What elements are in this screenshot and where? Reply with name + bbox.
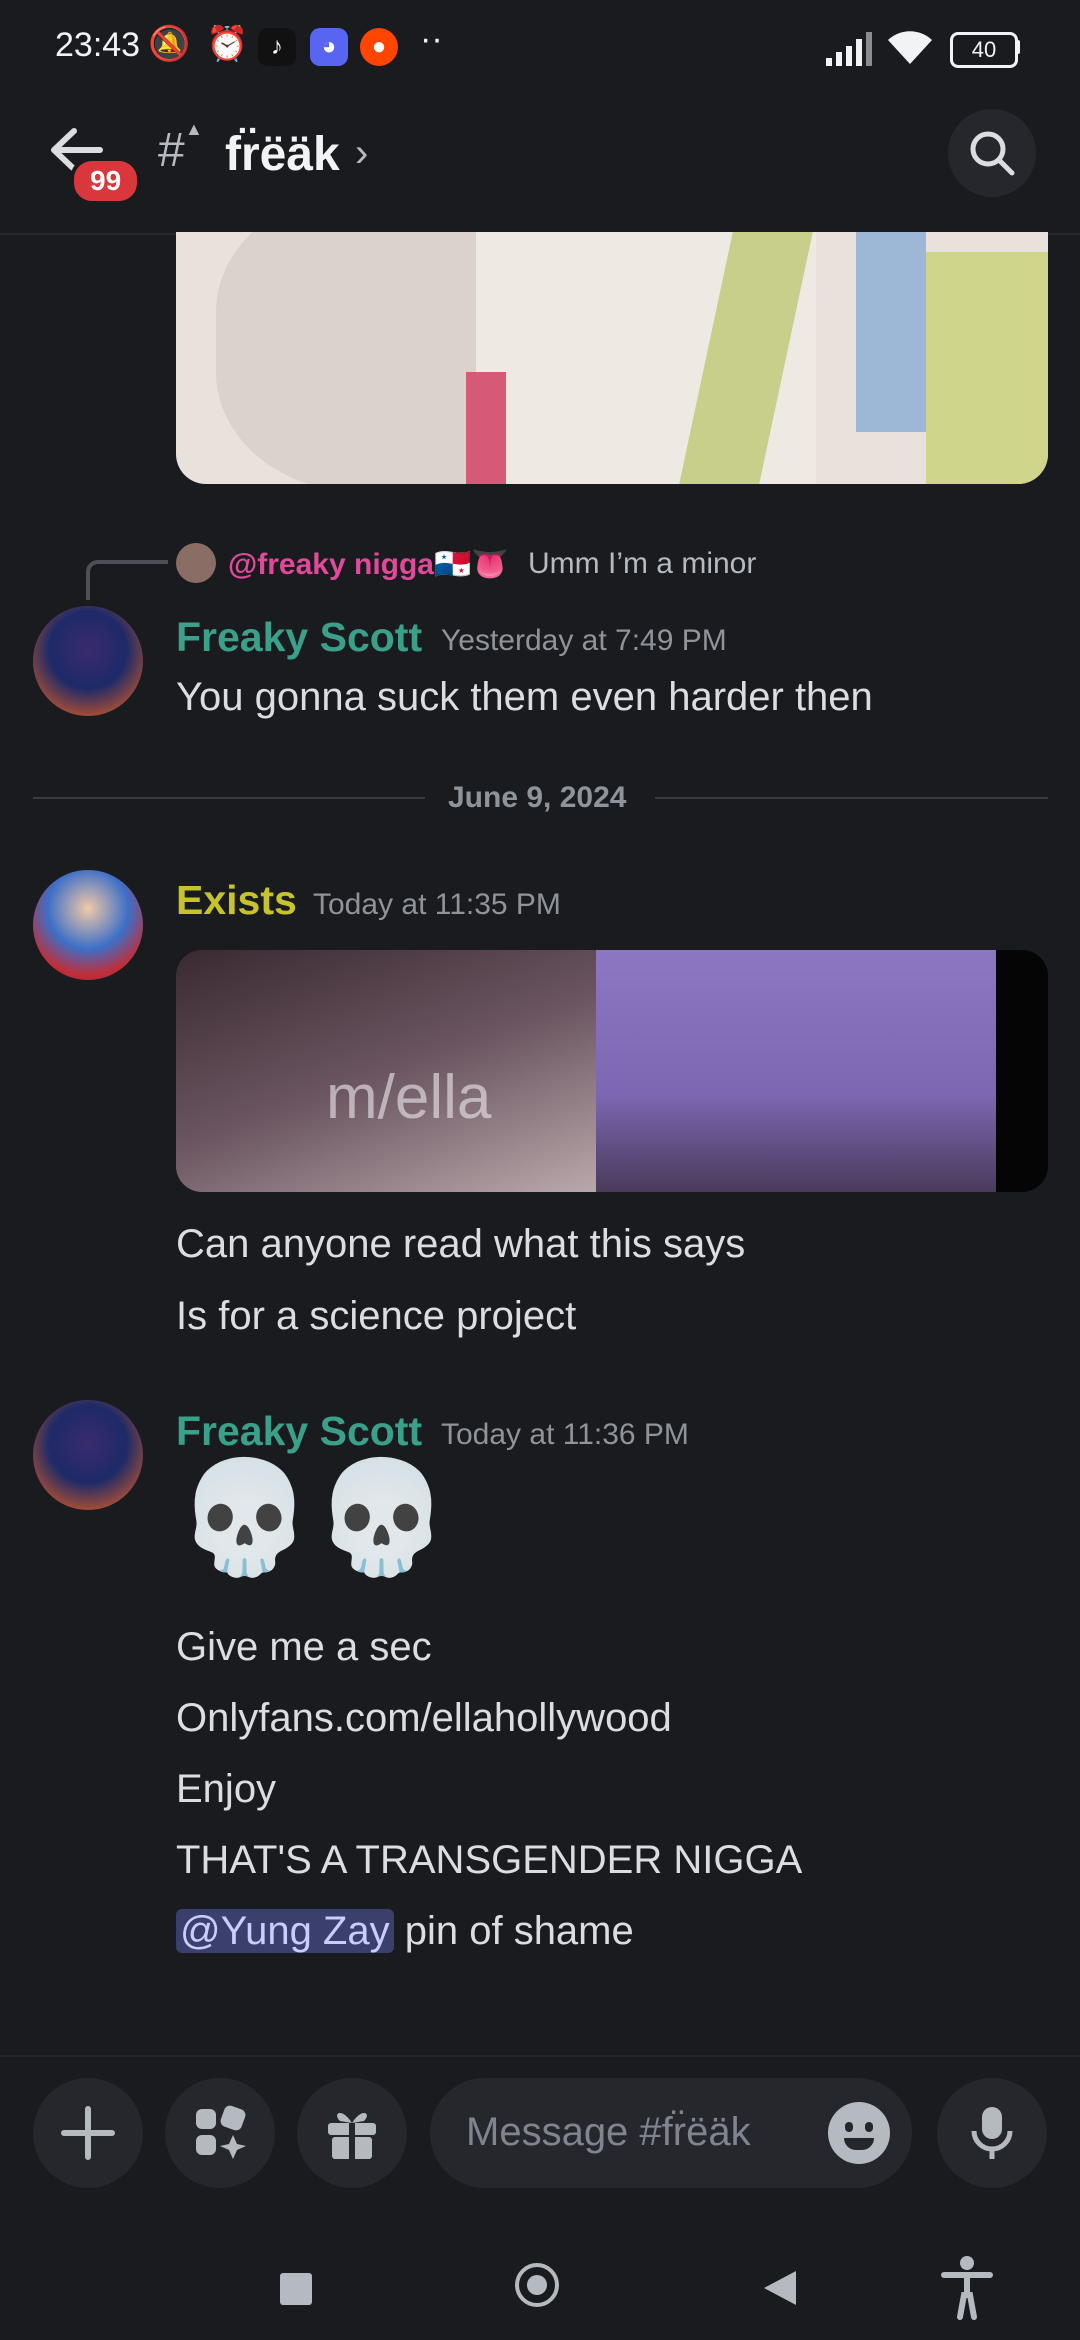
recent-apps-icon[interactable] [280, 2273, 312, 2305]
composer-bar: Message #fr̈ëäk [0, 2055, 1080, 2217]
message-text: Enjoy [176, 1767, 277, 1811]
gift-button[interactable] [297, 2078, 407, 2188]
image-shape [926, 252, 1048, 484]
message-author[interactable]: Exists [176, 877, 297, 924]
attachment-image[interactable]: m/ella [176, 950, 1048, 1192]
status-bar: 23:43 🔕 ⏰ ♪ ◕ ● ·· 40 [0, 0, 1080, 95]
reply-avatar[interactable] [176, 543, 216, 583]
unread-badge: 99 [70, 157, 142, 205]
image-shape [996, 950, 1048, 1192]
image-shape [856, 232, 926, 432]
home-icon-dot [527, 2275, 547, 2295]
avatar[interactable] [33, 870, 143, 980]
message-author[interactable]: Freaky Scott [176, 614, 422, 661]
reply-preview-text[interactable]: Umm I’m a minor [528, 547, 756, 581]
discord-icon: ◕ [310, 28, 348, 66]
user-mention[interactable]: @Yung Zay [176, 1909, 394, 1953]
chevron-right-icon[interactable]: › [355, 131, 368, 176]
search-icon [970, 131, 1015, 176]
more-notifications-icon: ·· [420, 20, 443, 58]
mute-icon: 🔕 [148, 25, 191, 63]
apps-button[interactable] [165, 2078, 275, 2188]
battery-icon: 40 [950, 32, 1018, 68]
reddit-icon: ● [360, 28, 398, 66]
signal-icon [826, 32, 872, 66]
divider-line [655, 797, 1048, 799]
divider-line [33, 797, 425, 799]
message-input[interactable]: Message #fr̈ëäk [430, 2078, 912, 2188]
gift-icon [328, 2112, 376, 2161]
message-text: Is for a science project [176, 1294, 577, 1338]
emoji-eye [845, 2122, 853, 2132]
alarm-icon: ⏰ [206, 25, 249, 63]
message-author[interactable]: Freaky Scott [176, 1408, 422, 1455]
emoji-picker-icon[interactable] [828, 2102, 890, 2164]
wifi-icon [888, 31, 932, 64]
reply-connector [86, 560, 168, 600]
message-text: @Yung Zay pin of shame [176, 1909, 634, 1954]
apps-icon [196, 2105, 246, 2159]
message-text: Onlyfans.com/ellahollywood [176, 1696, 672, 1740]
channel-hash-icon: # [158, 124, 185, 177]
home-icon[interactable] [515, 2263, 559, 2307]
emoji-eye [865, 2122, 873, 2132]
message-text: Give me a sec [176, 1625, 432, 1669]
plus-icon [61, 2106, 115, 2160]
message-text-suffix: pin of shame [393, 1909, 634, 1953]
message-text: THAT'S A TRANSGENDER NIGGA [176, 1838, 803, 1882]
channel-title[interactable]: fr̈ëäk [225, 127, 340, 182]
accessibility-icon[interactable] [940, 2255, 994, 2321]
add-attachment-button[interactable] [33, 2078, 143, 2188]
image-shape [466, 372, 506, 484]
nsfw-warning-icon: ▲ [185, 119, 203, 139]
date-divider: June 9, 2024 [448, 781, 627, 814]
message-timestamp: Yesterday at 7:49 PM [441, 624, 727, 657]
microphone-icon [971, 2107, 1013, 2159]
battery-tip [1015, 40, 1020, 54]
skull-emoji: 💀💀 [176, 1456, 450, 1579]
reply-author-mention[interactable]: @freaky nigga🇵🇦👅 [228, 547, 509, 582]
message-text: Can anyone read what this says [176, 1222, 746, 1266]
status-time: 23:43 [55, 26, 141, 64]
back-triangle-icon[interactable] [762, 2269, 798, 2307]
battery-level: 40 [971, 37, 997, 62]
message-timestamp: Today at 11:35 PM [313, 888, 561, 921]
avatar[interactable] [33, 606, 143, 716]
tiktok-icon: ♪ [258, 28, 296, 66]
avatar[interactable] [33, 1400, 143, 1510]
emoji-mouth [844, 2138, 874, 2150]
system-navigation-bar [0, 2215, 1080, 2340]
message-text: You gonna suck them even harder then [176, 675, 873, 719]
search-button[interactable] [948, 109, 1036, 197]
channel-header: 99 # ▲ fr̈ëäk › [0, 95, 1080, 235]
message-timestamp: Today at 11:36 PM [441, 1418, 689, 1451]
message-input-placeholder: Message #fr̈ëäk [466, 2110, 751, 2154]
attachment-image-cropped[interactable] [176, 232, 1048, 484]
image-shape [596, 950, 996, 1192]
image-overlay-text: m/ella [326, 1063, 492, 1132]
voice-message-button[interactable] [937, 2078, 1047, 2188]
